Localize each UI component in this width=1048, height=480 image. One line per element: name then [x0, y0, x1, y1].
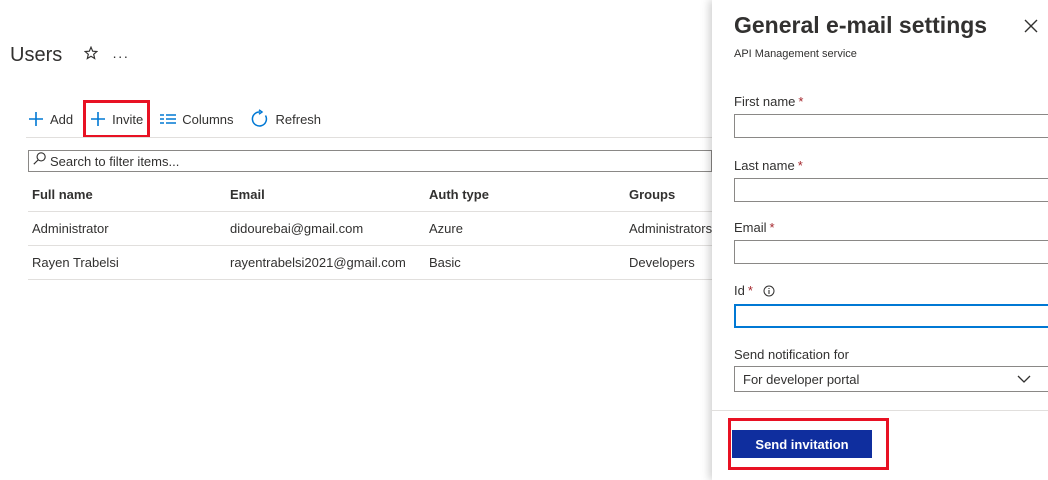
- users-table: Full name Email Auth type Groups Adminis…: [28, 178, 712, 280]
- email-label: Email *: [734, 220, 775, 235]
- id-input[interactable]: [734, 304, 1048, 328]
- chevron-down-icon: [1017, 375, 1031, 383]
- refresh-label: Refresh: [275, 111, 322, 127]
- cell-groups: Developers: [629, 255, 695, 270]
- last-name-label-text: Last name: [734, 158, 795, 173]
- columns-label: Columns: [182, 111, 234, 127]
- notification-select[interactable]: For developer portal: [734, 366, 1048, 392]
- columns-icon: [160, 113, 177, 125]
- table-row[interactable]: Rayen Trabelsi rayentrabelsi2021@gmail.c…: [28, 246, 712, 280]
- last-name-input[interactable]: [734, 178, 1048, 202]
- required-mark: *: [797, 158, 803, 173]
- add-label: Add: [50, 111, 74, 127]
- panel-title: General e-mail settings: [734, 12, 988, 38]
- last-name-label: Last name *: [734, 158, 803, 173]
- cell-auth-type: Basic: [429, 255, 461, 270]
- toolbar: Add Invite Columns Refresh: [20, 100, 330, 138]
- table-row[interactable]: Administrator didourebai@gmail.com Azure…: [28, 212, 712, 246]
- first-name-label-text: First name: [734, 94, 796, 109]
- notification-label: Send notification for: [734, 347, 849, 362]
- header-full-name[interactable]: Full name: [28, 187, 228, 202]
- toolbar-divider: [26, 137, 712, 138]
- footer-divider: [712, 410, 1048, 411]
- notification-select-value: For developer portal: [743, 371, 860, 387]
- required-mark: *: [747, 283, 753, 298]
- cell-full-name: Rayen Trabelsi: [32, 255, 119, 270]
- info-icon[interactable]: [763, 285, 775, 297]
- users-blade: Users ··· Add Invite Columns Refresh Sea…: [0, 0, 712, 480]
- page-title: Users: [10, 44, 63, 66]
- title-row: Users ···: [10, 44, 129, 67]
- required-mark: *: [769, 220, 775, 235]
- panel-subtitle: API Management service: [734, 48, 857, 60]
- search-icon: [33, 152, 46, 170]
- plus-icon: [28, 111, 44, 127]
- cell-email: didourebai@gmail.com: [230, 221, 364, 236]
- table-header: Full name Email Auth type Groups: [28, 178, 712, 212]
- columns-button[interactable]: Columns: [152, 104, 241, 134]
- invite-panel: General e-mail settings API Management s…: [712, 0, 1048, 480]
- plus-icon: [90, 111, 106, 127]
- id-label: Id *: [734, 283, 775, 298]
- email-label-text: Email: [734, 220, 767, 235]
- send-invitation-button[interactable]: Send invitation: [732, 430, 872, 458]
- invite-label: Invite: [112, 111, 144, 127]
- header-auth-type[interactable]: Auth type: [429, 187, 629, 202]
- more-options-icon[interactable]: ···: [112, 48, 129, 64]
- id-label-text: Id: [734, 283, 745, 298]
- first-name-input[interactable]: [734, 114, 1048, 138]
- add-button[interactable]: Add: [20, 104, 81, 134]
- required-mark: *: [798, 94, 804, 109]
- refresh-icon: [250, 109, 270, 129]
- search-input[interactable]: [50, 153, 711, 169]
- star-icon[interactable]: [83, 45, 99, 65]
- invite-button[interactable]: Invite: [83, 100, 151, 138]
- first-name-label: First name *: [734, 94, 803, 109]
- search-box[interactable]: [28, 150, 712, 172]
- cell-full-name: Administrator: [32, 221, 109, 236]
- cell-auth-type: Azure: [429, 221, 463, 236]
- cell-groups: Administrators: [629, 221, 712, 236]
- header-groups[interactable]: Groups: [629, 187, 712, 202]
- refresh-button[interactable]: Refresh: [242, 104, 330, 134]
- header-email[interactable]: Email: [228, 187, 429, 202]
- cell-email: rayentrabelsi2021@gmail.com: [230, 255, 406, 270]
- close-icon[interactable]: [1024, 16, 1038, 39]
- email-input[interactable]: [734, 240, 1048, 264]
